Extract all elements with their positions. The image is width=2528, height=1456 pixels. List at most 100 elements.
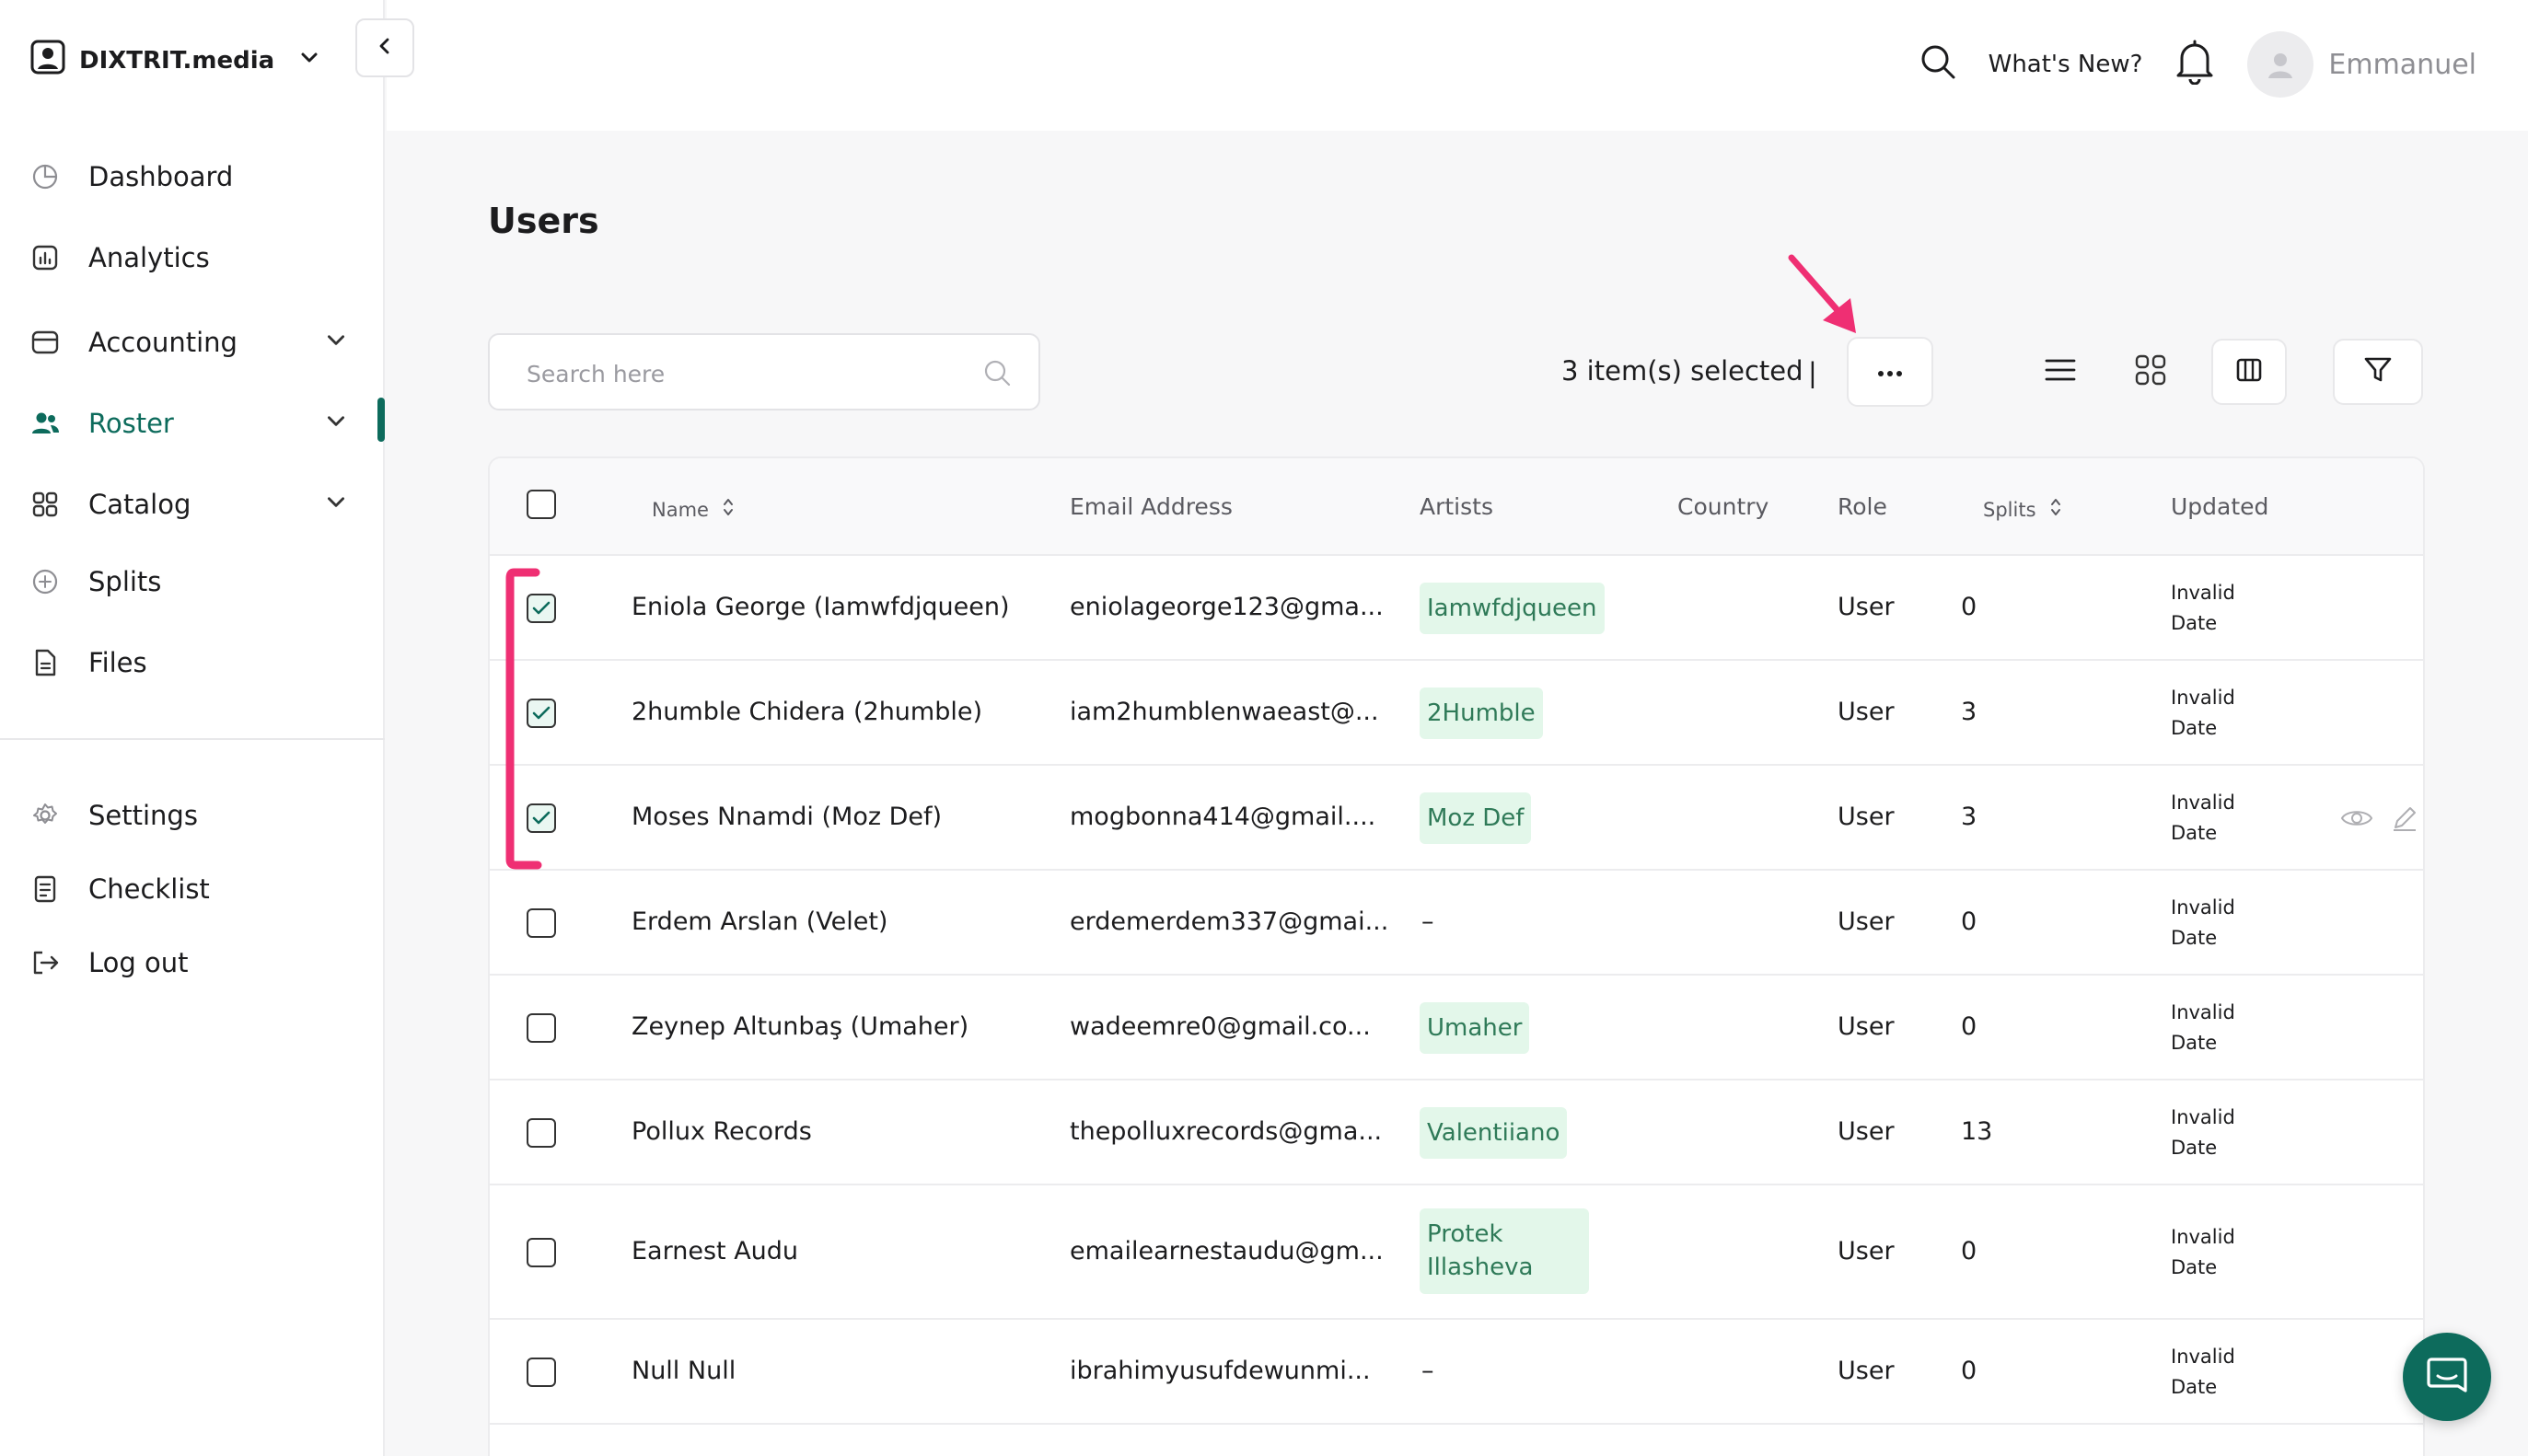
sidebar-divider	[0, 738, 385, 740]
updated-line: Invalid	[2171, 896, 2235, 919]
user-name-cell[interactable]: Earnest Audu	[632, 1237, 798, 1265]
filter-button[interactable]	[2333, 339, 2423, 405]
columns-button[interactable]	[2211, 339, 2287, 405]
top-bar: What's New? Emmanuel	[387, 0, 2528, 131]
splits-cell: 0	[1961, 907, 1977, 936]
user-name-cell[interactable]: Zeynep Altunbaş (Umaher)	[632, 1012, 968, 1041]
row-checkbox[interactable]	[527, 1358, 556, 1387]
artists-empty: –	[1421, 907, 1434, 936]
updated-line: Date	[2171, 926, 2218, 949]
sidebar-item-label: Checklist	[88, 873, 210, 905]
updated-cell: Invalid Date	[2171, 1342, 2235, 1402]
collapse-sidebar-button[interactable]	[355, 18, 414, 77]
sidebar-item-settings[interactable]: Settings	[0, 788, 385, 843]
updated-cell: Invalid Date	[2171, 788, 2235, 848]
user-name-cell[interactable]: Erdem Arslan (Velet)	[632, 907, 887, 936]
sidebar-item-splits[interactable]: Splits	[0, 554, 385, 609]
updated-line: Date	[2171, 1255, 2218, 1278]
user-name-cell[interactable]: Pollux Records	[632, 1117, 812, 1146]
user-name-cell[interactable]: Eniola George (Iamwfdjqueen)	[632, 593, 1010, 621]
table-row[interactable]: Moses Nnamdi (Moz Def) mogbonna414@gmail.…	[490, 766, 2423, 871]
updated-line: Invalid	[2171, 687, 2235, 709]
email-cell: thepolluxrecords@gma...	[1070, 1117, 1383, 1146]
more-horizontal-icon	[1876, 364, 1904, 381]
artists-empty: –	[1421, 1357, 1434, 1385]
user-menu[interactable]: Emmanuel	[2247, 31, 2476, 98]
role-cell: User	[1838, 1012, 1895, 1041]
artist-tag[interactable]: Iamwfdjqueen	[1420, 583, 1605, 635]
splits-icon	[29, 566, 61, 597]
row-checkbox[interactable]	[527, 908, 556, 938]
checklist-icon	[29, 873, 61, 905]
user-name-cell[interactable]: Moses Nnamdi (Moz Def)	[632, 803, 942, 831]
table-row[interactable]: Eniola George (Iamwfdjqueen) eniolageorge…	[490, 556, 2423, 661]
bar-chart-icon	[29, 242, 61, 273]
column-header-updated: Updated	[2171, 493, 2269, 520]
support-chat-button[interactable]	[2403, 1333, 2491, 1421]
artist-tag[interactable]: Moz Def	[1420, 792, 1532, 845]
splits-cell: 3	[1961, 803, 1977, 831]
updated-line: Date	[2171, 821, 2218, 844]
chevron-down-icon[interactable]	[324, 408, 348, 439]
sidebar-item-files[interactable]: Files	[0, 635, 385, 690]
user-name: Emmanuel	[2328, 48, 2476, 81]
row-checkbox[interactable]	[527, 1013, 556, 1043]
page-title: Users	[488, 201, 599, 241]
artist-tag[interactable]: Umaher	[1420, 1002, 1530, 1055]
updated-cell: Invalid Date	[2171, 893, 2235, 953]
sidebar-item-dashboard[interactable]: Dashboard	[0, 149, 385, 204]
sidebar-item-accounting[interactable]: Accounting	[0, 315, 385, 370]
updated-cell: Invalid Date	[2171, 1103, 2235, 1162]
logout-icon	[29, 947, 61, 978]
table-row[interactable]: Erdem Arslan (Velet) erdemerdem337@gmai..…	[490, 871, 2423, 976]
updated-line: Date	[2171, 1031, 2218, 1054]
updated-line: Date	[2171, 716, 2218, 739]
sidebar-item-catalog[interactable]: Catalog	[0, 477, 385, 532]
more-actions-button[interactable]	[1847, 337, 1933, 407]
column-header-name[interactable]: Name	[652, 497, 735, 522]
list-view-button[interactable]	[2035, 346, 2086, 398]
sidebar-item-label: Settings	[88, 800, 198, 831]
column-header-splits[interactable]: Splits	[1983, 497, 2062, 522]
annotation-bracket	[505, 568, 542, 870]
splits-cell: 0	[1961, 593, 1977, 621]
top-bar-actions: What's New? Emmanuel	[1919, 29, 2476, 99]
workspace-switcher[interactable]: DIXTRIT.media	[29, 39, 320, 82]
row-actions	[2340, 803, 2419, 833]
table-row[interactable]: Zeynep Altunbaş (Umaher) wadeemre0@gmail.…	[490, 976, 2423, 1080]
active-indicator	[377, 398, 385, 442]
eye-icon[interactable]	[2340, 804, 2373, 832]
table-row[interactable]: 2humble Chidera (2humble) iam2humblenwaea…	[490, 661, 2423, 766]
row-checkbox[interactable]	[527, 1118, 556, 1148]
sidebar-item-roster[interactable]: Roster	[0, 396, 385, 451]
chevron-down-icon[interactable]	[324, 327, 348, 358]
whats-new-link[interactable]: What's New?	[1989, 51, 2143, 78]
sidebar-item-logout[interactable]: Log out	[0, 935, 385, 990]
sidebar-item-checklist[interactable]: Checklist	[0, 861, 385, 917]
table-header: Name Email Address Artists Country Role …	[490, 458, 2423, 556]
email-cell: eniolageorge123@gma...	[1070, 593, 1384, 621]
sidebar-item-analytics[interactable]: Analytics	[0, 230, 385, 285]
artist-tag[interactable]: Valentiiano	[1420, 1107, 1568, 1160]
column-header-artists: Artists	[1420, 493, 1493, 520]
search-input[interactable]	[527, 355, 968, 392]
table-row[interactable]: Earnest Audu emailearnestaudu@gm... Protek…	[490, 1185, 2423, 1320]
row-checkbox[interactable]	[527, 1238, 556, 1267]
table-row[interactable]: Pollux Records thepolluxrecords@gma... Val…	[490, 1080, 2423, 1185]
edit-icon[interactable]	[2390, 803, 2419, 833]
column-header-label: Splits	[1983, 498, 2036, 521]
user-name-cell[interactable]: Null Null	[632, 1357, 736, 1385]
role-cell: User	[1838, 698, 1895, 726]
user-name-cell[interactable]: 2humble Chidera (2humble)	[632, 698, 982, 726]
updated-line: Invalid	[2171, 1226, 2235, 1248]
artist-tag[interactable]: 2Humble	[1420, 688, 1543, 740]
chevron-down-icon[interactable]	[324, 489, 348, 520]
search-icon[interactable]	[1919, 42, 1957, 87]
pie-chart-icon	[29, 161, 61, 192]
artist-tag[interactable]: Protek Illasheva	[1420, 1208, 1589, 1294]
select-all-checkbox[interactable]	[527, 490, 556, 519]
grid-view-button[interactable]	[2125, 346, 2176, 398]
bell-icon[interactable]	[2174, 39, 2216, 91]
sidebar-item-label: Catalog	[88, 489, 191, 520]
table-row[interactable]: Null Null ibrahimyusufdewunmi... – User 0 Inv…	[490, 1320, 2423, 1425]
